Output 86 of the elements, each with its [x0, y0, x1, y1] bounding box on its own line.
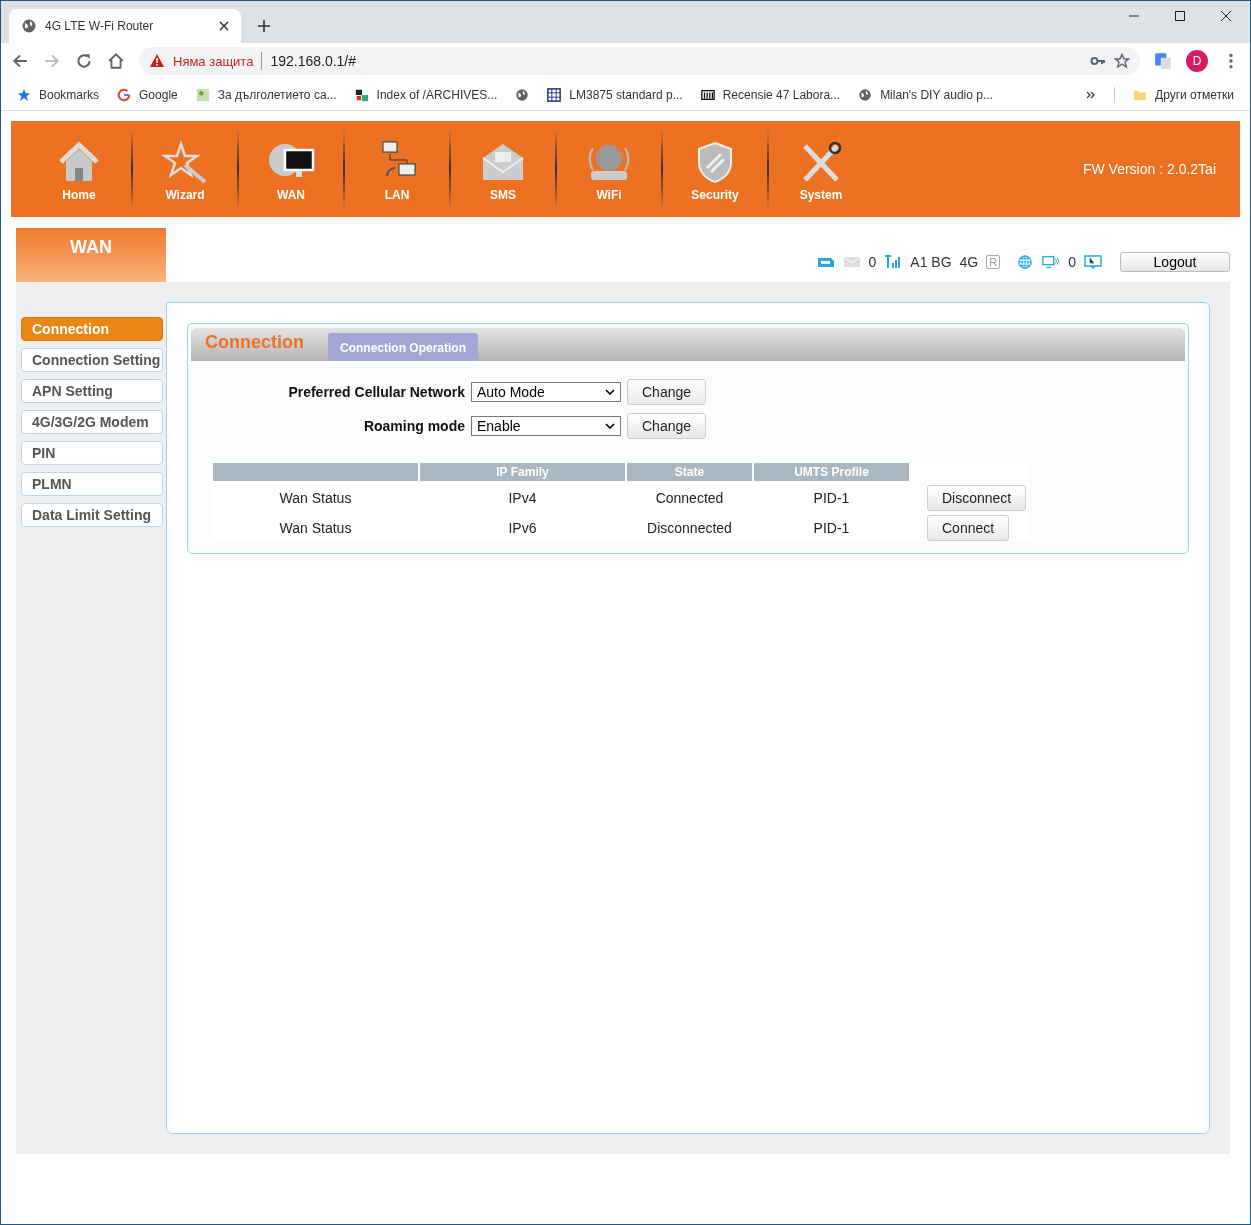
- firmware-version: FW Version : 2.0.2Tai: [1082, 161, 1216, 177]
- operator-name: A1 BG: [910, 254, 952, 270]
- bookmark-label: За дълголетието са...: [217, 87, 337, 102]
- sim-card-icon: [816, 255, 835, 269]
- globe-icon: [858, 87, 873, 102]
- globe-icon: [1016, 255, 1035, 269]
- logout-button[interactable]: Logout: [1120, 252, 1230, 272]
- back-icon[interactable]: [11, 52, 29, 70]
- change-button[interactable]: Change: [627, 379, 707, 405]
- image-icon: [195, 87, 210, 102]
- page-title: WAN: [16, 228, 166, 282]
- google-icon: [117, 87, 132, 102]
- folder-icon: [354, 87, 369, 102]
- caret-icon: [605, 423, 615, 429]
- security-label: Няма защита: [173, 53, 254, 69]
- card-title: Connection: [204, 332, 305, 354]
- browser-tab[interactable]: 4G LTE W-Fi Router: [9, 9, 241, 43]
- table-cell-text: IPv6: [507, 519, 538, 538]
- bookmark-label: Recensie 47 Labora...: [722, 87, 841, 102]
- bookmark-label: Bookmarks: [39, 87, 100, 102]
- envelope-icon: [842, 255, 861, 269]
- reload-icon[interactable]: [75, 52, 93, 70]
- grid-icon: [547, 87, 562, 102]
- lan-icon: [1084, 255, 1102, 269]
- tab-title: 4G LTE W-Fi Router: [45, 19, 155, 33]
- column-header: State: [627, 463, 752, 481]
- table-cell-text: PID-1: [812, 489, 851, 508]
- bars-icon: [700, 87, 715, 102]
- bookmark-label: Други отметки: [1155, 87, 1234, 102]
- dropdown[interactable]: Enable: [471, 416, 621, 436]
- bookmark[interactable]: За дълголетието са...: [195, 87, 337, 102]
- sidebar-item[interactable]: PLMN: [21, 472, 163, 496]
- field-label: Preferred Cellular Network: [288, 384, 465, 400]
- sidebar-item[interactable]: 4G/3G/2G Modem: [21, 410, 163, 434]
- sidebar-item[interactable]: Connection Setting: [21, 348, 163, 372]
- maximize-icon[interactable]: [1174, 10, 1186, 22]
- column-header: IP Family: [420, 463, 625, 481]
- bookmark[interactable]: Recensie 47 Labora...: [700, 87, 841, 102]
- bookmark[interactable]: Google: [117, 87, 178, 102]
- sidebar-item[interactable]: Data Limit Setting: [21, 503, 163, 527]
- bookmark[interactable]: [515, 87, 530, 102]
- star-icon: [17, 87, 31, 102]
- network-type: 4G: [959, 254, 979, 270]
- client-count: 0: [1068, 254, 1076, 270]
- address-bar[interactable]: Няма защита 192.168.0.1/#: [139, 47, 1140, 75]
- bookmark[interactable]: LM3875 standard p...: [547, 87, 683, 102]
- magic-wand-icon: [161, 140, 209, 184]
- table-cell-text: PID-1: [812, 519, 851, 538]
- caret-icon: [605, 389, 615, 395]
- new-tab-icon[interactable]: [257, 19, 271, 33]
- bookmark[interactable]: Bookmarks: [17, 87, 100, 102]
- bookmark-label: Milan's DIY audio p...: [880, 87, 993, 102]
- signal-icon: [884, 255, 903, 269]
- table-cell-text: Disconnected: [646, 519, 733, 538]
- bookmark[interactable]: Milan's DIY audio p...: [858, 87, 993, 102]
- globe-icon: [515, 87, 530, 102]
- connection-button[interactable]: Disconnect: [927, 485, 1027, 511]
- bookmark-label: Index of /ARCHIVES...: [376, 87, 498, 102]
- dropdown[interactable]: Auto Mode: [471, 382, 621, 402]
- roaming-indicator: R: [986, 255, 1001, 269]
- bookmark-label: Google: [139, 87, 178, 102]
- connection-button[interactable]: Connect: [927, 515, 1010, 541]
- sidebar-item[interactable]: PIN: [21, 441, 163, 465]
- translate-icon[interactable]: [1154, 52, 1172, 70]
- globe-icon: [21, 18, 37, 34]
- bookmark[interactable]: Други отметки: [1133, 87, 1234, 102]
- change-button[interactable]: Change: [627, 413, 707, 439]
- device-icon: [1042, 255, 1061, 269]
- close-icon[interactable]: [1220, 10, 1232, 22]
- profile-avatar[interactable]: D: [1186, 50, 1208, 72]
- warning-icon: [149, 53, 165, 69]
- column-header: UMTS Profile: [754, 463, 909, 481]
- url-text: 192.168.0.1/#: [270, 53, 357, 69]
- table-cell-text: Wan Status: [278, 519, 353, 538]
- bookmark[interactable]: Index of /ARCHIVES...: [354, 87, 498, 102]
- message-count: 0: [868, 254, 877, 270]
- table-cell-text: Wan Status: [278, 489, 353, 508]
- table-cell-text: Connected: [654, 489, 725, 508]
- close-icon[interactable]: [219, 21, 229, 31]
- star-icon[interactable]: [1114, 53, 1130, 69]
- bookmark-label: LM3875 standard p...: [569, 87, 683, 102]
- table-cell-text: IPv4: [507, 489, 538, 508]
- field-label: Roaming mode: [363, 418, 465, 434]
- home-icon[interactable]: [107, 52, 125, 70]
- sidebar-item[interactable]: APN Setting: [21, 379, 163, 403]
- chevron-icon[interactable]: [1086, 89, 1097, 100]
